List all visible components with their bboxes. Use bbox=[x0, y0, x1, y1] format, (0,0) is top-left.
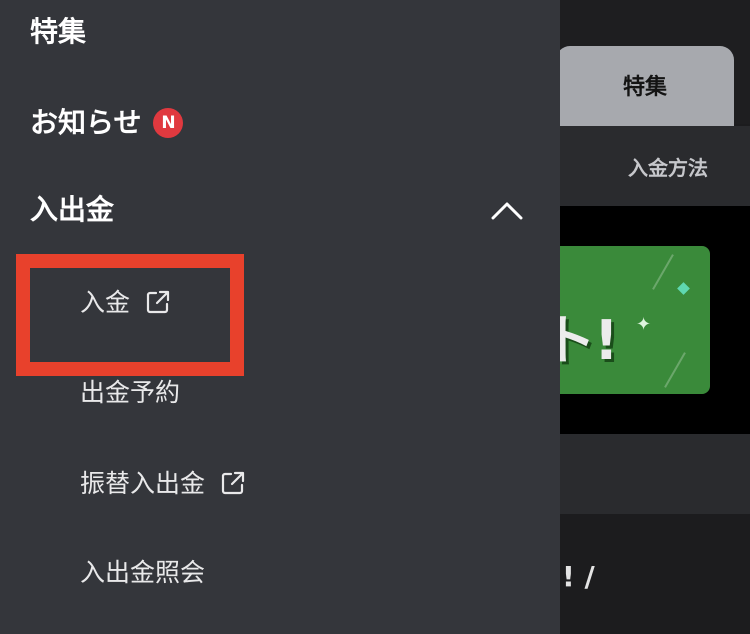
subnav-item-deposit-method[interactable]: 入金方法 bbox=[628, 152, 708, 181]
tab-label: 特集 bbox=[622, 75, 667, 100]
highlight-annotation-box bbox=[16, 254, 244, 376]
sparkle-icon: ✦ bbox=[636, 314, 652, 335]
banner-decoration bbox=[652, 254, 674, 290]
submenu-item-label: 振替入出金 bbox=[80, 468, 206, 498]
submenu-item-history[interactable]: 入出金照会 bbox=[80, 560, 205, 585]
chevron-up-icon[interactable] bbox=[490, 200, 524, 222]
tab-tokushu[interactable]: 特集 bbox=[556, 46, 734, 126]
menu-item-tokushu[interactable]: 特集 bbox=[30, 18, 86, 46]
submenu-item-label: 出金予約 bbox=[80, 378, 181, 407]
diamond-sparkle-icon bbox=[677, 282, 690, 295]
background-text-fragment: ! / bbox=[562, 560, 595, 593]
menu-item-deposit-withdrawal[interactable]: 入出金 bbox=[30, 196, 114, 224]
menu-item-label: 特集 bbox=[30, 15, 87, 48]
submenu-item-transfer[interactable]: 振替入出金 bbox=[80, 469, 247, 497]
menu-item-label: お知らせ bbox=[30, 106, 142, 139]
external-link-icon bbox=[221, 471, 245, 495]
submenu-item-withdrawal-reservation[interactable]: 出金予約 bbox=[80, 380, 180, 405]
banner-decoration bbox=[664, 352, 686, 388]
menu-item-label: 入出金 bbox=[30, 193, 115, 226]
menu-item-notices[interactable]: お知らせ N bbox=[30, 106, 184, 139]
new-badge: N bbox=[153, 108, 184, 138]
submenu-item-label: 入出金照会 bbox=[80, 558, 206, 587]
side-drawer-menu: 特集 お知らせ N 入出金 入金 出金予約 振替入出金 入出金照会 bbox=[0, 0, 560, 634]
